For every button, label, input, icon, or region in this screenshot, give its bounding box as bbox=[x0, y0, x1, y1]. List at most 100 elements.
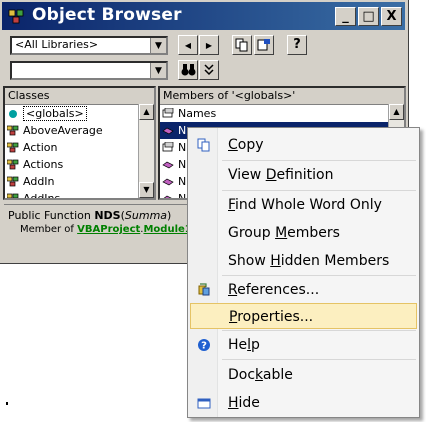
chevron-down-icon[interactable]: ▼ bbox=[150, 63, 166, 78]
paren-close: ) bbox=[167, 209, 172, 222]
forward-arrow-icon: ▶ bbox=[205, 41, 213, 50]
method-icon bbox=[162, 161, 174, 169]
project-link[interactable]: VBAProject bbox=[77, 224, 140, 235]
view-definition-icon bbox=[257, 39, 270, 51]
details-prefix: Public Function bbox=[8, 209, 95, 222]
title-bar[interactable]: Object Browser _ □ X bbox=[2, 2, 405, 30]
copy-icon bbox=[235, 38, 248, 52]
function-name: NDS bbox=[94, 209, 121, 222]
menu-item-hide[interactable]: Hide bbox=[190, 390, 417, 416]
menu-item-dockable[interactable]: Dockable bbox=[190, 362, 417, 388]
toggle-search-results-button[interactable] bbox=[199, 60, 219, 80]
member-item-label: N bbox=[178, 158, 187, 171]
members-header: Members of '<globals>' bbox=[160, 88, 404, 105]
minimize-button[interactable]: _ bbox=[335, 7, 356, 26]
menu-separator bbox=[222, 160, 416, 161]
menu-item-show-hidden-members[interactable]: Show Hidden Members bbox=[190, 248, 417, 274]
menu-separator bbox=[222, 275, 416, 276]
module-link[interactable]: Module1 bbox=[143, 224, 191, 235]
references-icon bbox=[198, 283, 210, 296]
svg-text:?: ? bbox=[201, 341, 207, 352]
chevron-down-icon[interactable]: ▼ bbox=[150, 38, 166, 53]
menu-separator bbox=[222, 190, 416, 191]
forward-button[interactable]: ▶ bbox=[199, 35, 219, 55]
class-item-globals[interactable]: <globals> bbox=[5, 105, 154, 122]
binoculars-icon bbox=[181, 64, 195, 76]
member-item-names[interactable]: Names bbox=[160, 105, 404, 122]
member-item-label: N bbox=[178, 141, 187, 154]
menu-item-label: Hide bbox=[228, 395, 260, 411]
double-chevron-icon bbox=[204, 64, 214, 76]
classes-scrollbar[interactable]: ▲ ▼ bbox=[138, 104, 154, 198]
view-definition-button[interactable] bbox=[254, 35, 274, 55]
back-arrow-icon: ◀ bbox=[184, 41, 192, 50]
scroll-up-icon[interactable]: ▲ bbox=[139, 104, 154, 120]
class-icon bbox=[7, 176, 19, 187]
menu-item-references[interactable]: References... bbox=[190, 277, 417, 303]
classes-pane: Classes <globals> AboveAverage Action Ac… bbox=[3, 86, 156, 200]
library-combo[interactable]: <All Libraries> ▼ bbox=[10, 36, 168, 55]
member-of-prefix: Member of bbox=[20, 224, 78, 235]
menu-item-copy[interactable]: Copy bbox=[190, 132, 417, 158]
window-title: Object Browser bbox=[32, 5, 182, 25]
details-member-of: Member of VBAProject.Module1 bbox=[20, 224, 192, 235]
back-button[interactable]: ◀ bbox=[178, 35, 198, 55]
method-icon bbox=[162, 127, 174, 135]
class-icon bbox=[7, 193, 19, 198]
object-browser-icon bbox=[8, 9, 24, 24]
class-icon bbox=[7, 142, 19, 153]
menu-item-label: Help bbox=[228, 337, 260, 353]
menu-item-label: Copy bbox=[228, 137, 264, 153]
function-param: Summa bbox=[124, 209, 168, 222]
menu-item-help[interactable]: ? Help bbox=[190, 332, 417, 358]
class-item-addins[interactable]: AddIns bbox=[5, 190, 154, 198]
copy-to-clipboard-button[interactable] bbox=[232, 35, 252, 55]
details-signature: Public Function NDS(Summa) bbox=[8, 209, 171, 222]
property-icon bbox=[162, 108, 174, 118]
menu-item-view-definition[interactable]: View Definition bbox=[190, 162, 417, 188]
menu-item-label: Find Whole Word Only bbox=[228, 197, 382, 213]
search-button[interactable] bbox=[178, 60, 198, 80]
member-item-label: Names bbox=[178, 107, 217, 120]
member-item-label: N bbox=[178, 175, 187, 188]
copy-icon bbox=[197, 138, 210, 152]
class-icon bbox=[7, 125, 19, 136]
menu-item-label: Properties... bbox=[229, 309, 314, 325]
menu-item-label: Show Hidden Members bbox=[228, 253, 390, 269]
member-item-label: N bbox=[178, 124, 187, 137]
method-icon bbox=[163, 195, 172, 198]
class-item-label: AboveAverage bbox=[23, 124, 103, 137]
class-item-aboveaverage[interactable]: AboveAverage bbox=[5, 122, 154, 139]
menu-item-label: View Definition bbox=[228, 167, 334, 183]
menu-item-properties[interactable]: Properties... bbox=[190, 303, 417, 329]
menu-item-group-members[interactable]: Group Members bbox=[190, 220, 417, 246]
member-item-label: N bbox=[178, 192, 187, 200]
classes-header: Classes bbox=[5, 88, 154, 105]
scroll-up-icon[interactable]: ▲ bbox=[389, 104, 404, 120]
class-item-actions[interactable]: Actions bbox=[5, 156, 154, 173]
method-icon bbox=[162, 178, 174, 186]
class-item-label: Action bbox=[23, 141, 58, 154]
context-menu: Copy View Definition Find Whole Word Onl… bbox=[187, 127, 420, 418]
class-item-label: <globals> bbox=[23, 106, 87, 121]
search-combo[interactable]: ▼ bbox=[10, 61, 168, 80]
class-icon bbox=[7, 159, 19, 170]
maximize-button[interactable]: □ bbox=[358, 7, 379, 26]
hide-window-icon bbox=[197, 398, 211, 409]
property-icon bbox=[162, 142, 174, 152]
menu-item-label: References... bbox=[228, 282, 320, 298]
close-button[interactable]: X bbox=[381, 7, 402, 26]
menu-item-find-whole-word[interactable]: Find Whole Word Only bbox=[190, 192, 417, 218]
help-button[interactable]: ? bbox=[287, 35, 307, 55]
scroll-down-icon[interactable]: ▼ bbox=[139, 182, 154, 198]
menu-separator bbox=[222, 330, 416, 331]
class-item-label: AddIn bbox=[23, 175, 55, 188]
class-item-addin[interactable]: AddIn bbox=[5, 173, 154, 190]
menu-item-label: Dockable bbox=[228, 367, 293, 383]
help-question-icon: ? bbox=[293, 37, 301, 52]
library-combo-value: <All Libraries> bbox=[15, 38, 99, 51]
menu-item-label: Group Members bbox=[228, 225, 340, 241]
menu-separator bbox=[222, 359, 416, 360]
class-item-action[interactable]: Action bbox=[5, 139, 154, 156]
help-icon: ? bbox=[198, 339, 210, 352]
